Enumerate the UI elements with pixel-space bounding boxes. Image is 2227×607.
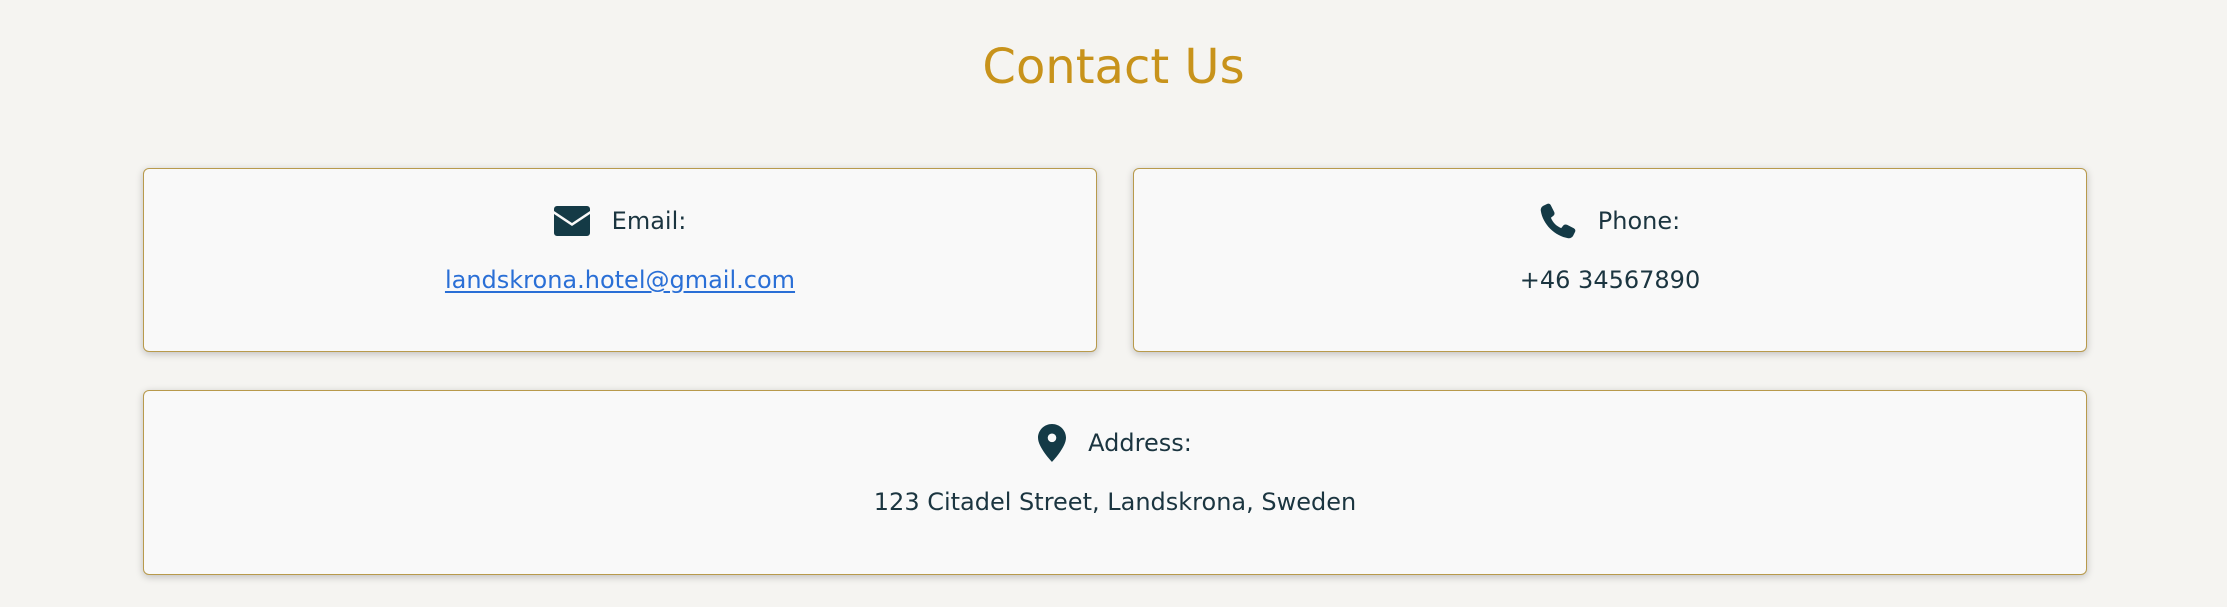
envelope-icon — [553, 206, 590, 236]
map-pin-icon — [1038, 424, 1067, 462]
contact-section: Contact Us Email: landskrona.hotel@gmail… — [0, 0, 2227, 607]
phone-icon — [1540, 203, 1576, 239]
email-label: Email: — [611, 207, 687, 235]
address-label: Address: — [1088, 429, 1192, 457]
email-value-container: landskrona.hotel@gmail.com — [144, 265, 1096, 295]
address-card: Address: 123 Citadel Street, Landskrona,… — [143, 390, 2087, 575]
address-value: 123 Citadel Street, Landskrona, Sweden — [873, 488, 1357, 516]
phone-label: Phone: — [1597, 207, 1681, 235]
phone-card-header: Phone: — [1134, 201, 2086, 241]
section-title: Contact Us — [982, 39, 1245, 95]
address-card-header: Address: — [144, 423, 2086, 463]
phone-card: Phone: +46 34567890 — [1133, 168, 2087, 352]
email-link[interactable]: landskrona.hotel@gmail.com — [445, 266, 795, 294]
email-card: Email: landskrona.hotel@gmail.com — [143, 168, 1097, 352]
phone-value: +46 34567890 — [1519, 266, 1701, 294]
email-card-header: Email: — [144, 201, 1096, 241]
